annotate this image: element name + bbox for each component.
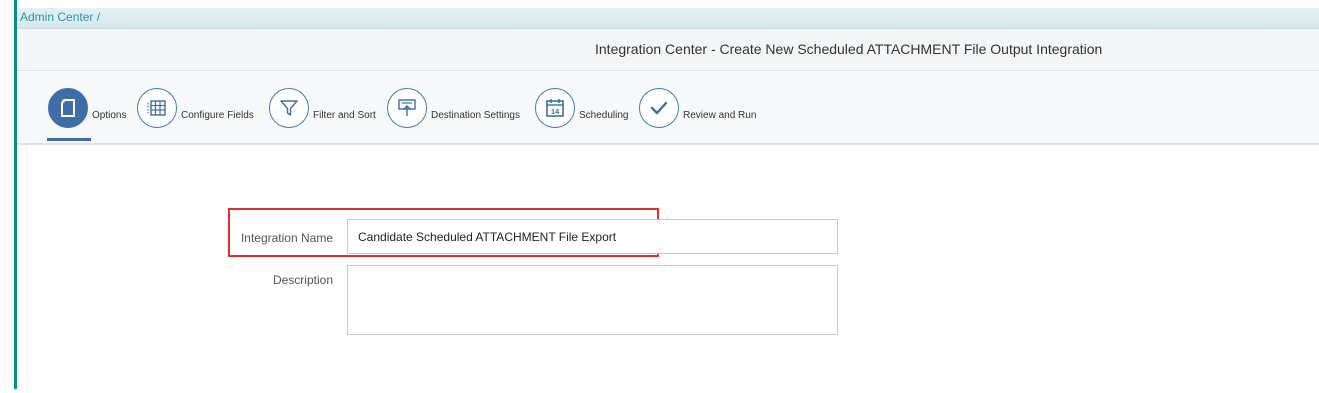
filter-icon bbox=[269, 88, 309, 128]
document-icon bbox=[48, 88, 88, 128]
calendar-day-text: 14 bbox=[551, 107, 560, 116]
step-destination-settings[interactable]: Destination Settings bbox=[387, 87, 520, 129]
step-label: Scheduling bbox=[579, 109, 629, 121]
step-review-and-run[interactable]: Review and Run bbox=[639, 87, 756, 129]
step-configure-fields[interactable]: Configure Fields bbox=[137, 87, 254, 129]
integration-name-label: Integration Name bbox=[240, 231, 333, 245]
step-label: Destination Settings bbox=[431, 109, 520, 121]
integration-name-input[interactable] bbox=[347, 219, 838, 254]
step-label: Configure Fields bbox=[181, 109, 254, 121]
calendar-icon: 14 bbox=[535, 88, 575, 128]
step-label: Options bbox=[92, 109, 127, 121]
step-filter-and-sort[interactable]: Filter and Sort bbox=[269, 87, 376, 129]
upload-icon bbox=[387, 88, 427, 128]
page-title: Integration Center - Create New Schedule… bbox=[595, 41, 1103, 57]
step-label: Review and Run bbox=[683, 109, 757, 121]
title-bar: Integration Center - Create New Schedule… bbox=[17, 29, 1319, 71]
step-label: Filter and Sort bbox=[313, 109, 376, 121]
grid-icon bbox=[137, 88, 177, 128]
description-field[interactable] bbox=[347, 265, 838, 335]
breadcrumb[interactable]: Admin Center / bbox=[20, 10, 100, 24]
description-label: Description bbox=[272, 273, 333, 287]
checkmark-icon bbox=[639, 88, 679, 128]
active-step-indicator bbox=[47, 138, 91, 141]
breadcrumb-bar: Admin Center / bbox=[17, 8, 1319, 29]
step-options[interactable]: Options bbox=[48, 87, 126, 129]
step-scheduling[interactable]: 14 Scheduling bbox=[535, 87, 628, 129]
wizard-bar: Options Configure Fields Filter and Sort bbox=[17, 71, 1319, 145]
